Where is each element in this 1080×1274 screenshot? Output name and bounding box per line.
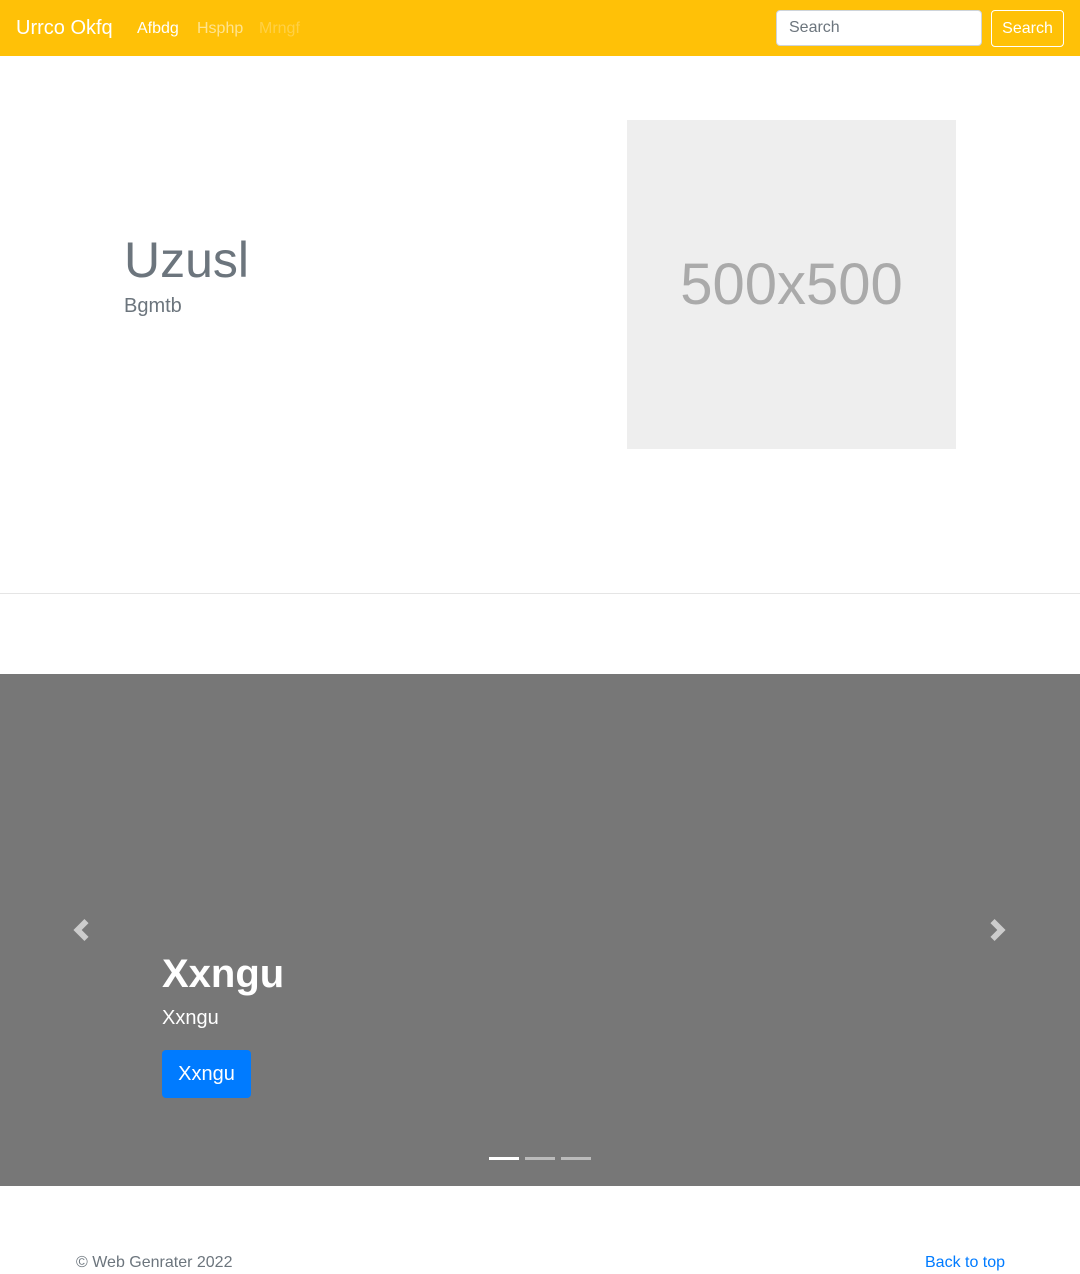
carousel-caption-button[interactable]: Xxngu — [162, 1050, 251, 1098]
chevron-right-icon — [990, 919, 1006, 941]
hero-title: Uzusl — [124, 232, 250, 288]
nav-link-afbdg[interactable]: Afbdg — [137, 19, 179, 39]
section-divider — [0, 593, 1080, 594]
navbar: Urrco Okfq Afbdg Hsphp Mrngf Search — [0, 0, 1080, 56]
placeholder-image: 500x500 — [627, 120, 956, 449]
carousel-caption-text: Xxngu — [162, 1007, 219, 1029]
chevron-left-icon — [73, 919, 89, 941]
nav-link-hsphp[interactable]: Hsphp — [197, 19, 243, 39]
back-to-top-link[interactable]: Back to top — [925, 1253, 1005, 1273]
carousel-next-button[interactable] — [987, 917, 1009, 943]
carousel-indicator-2[interactable] — [525, 1157, 555, 1160]
carousel-indicator-1[interactable] — [489, 1157, 519, 1160]
carousel-prev-button[interactable] — [70, 917, 92, 943]
navbar-brand[interactable]: Urrco Okfq — [16, 16, 113, 40]
carousel-indicator-3[interactable] — [561, 1157, 591, 1160]
placeholder-image-label: 500x500 — [680, 252, 903, 317]
carousel: Xxngu Xxngu Xxngu — [0, 674, 1080, 1186]
search-input[interactable] — [776, 10, 982, 46]
search-button[interactable]: Search — [991, 10, 1064, 47]
hero-subtitle: Bgmtb — [124, 295, 182, 317]
footer-copyright: © Web Genrater 2022 — [76, 1254, 233, 1271]
carousel-caption-title: Xxngu — [162, 952, 285, 996]
nav-link-mrngf: Mrngf — [259, 20, 300, 37]
